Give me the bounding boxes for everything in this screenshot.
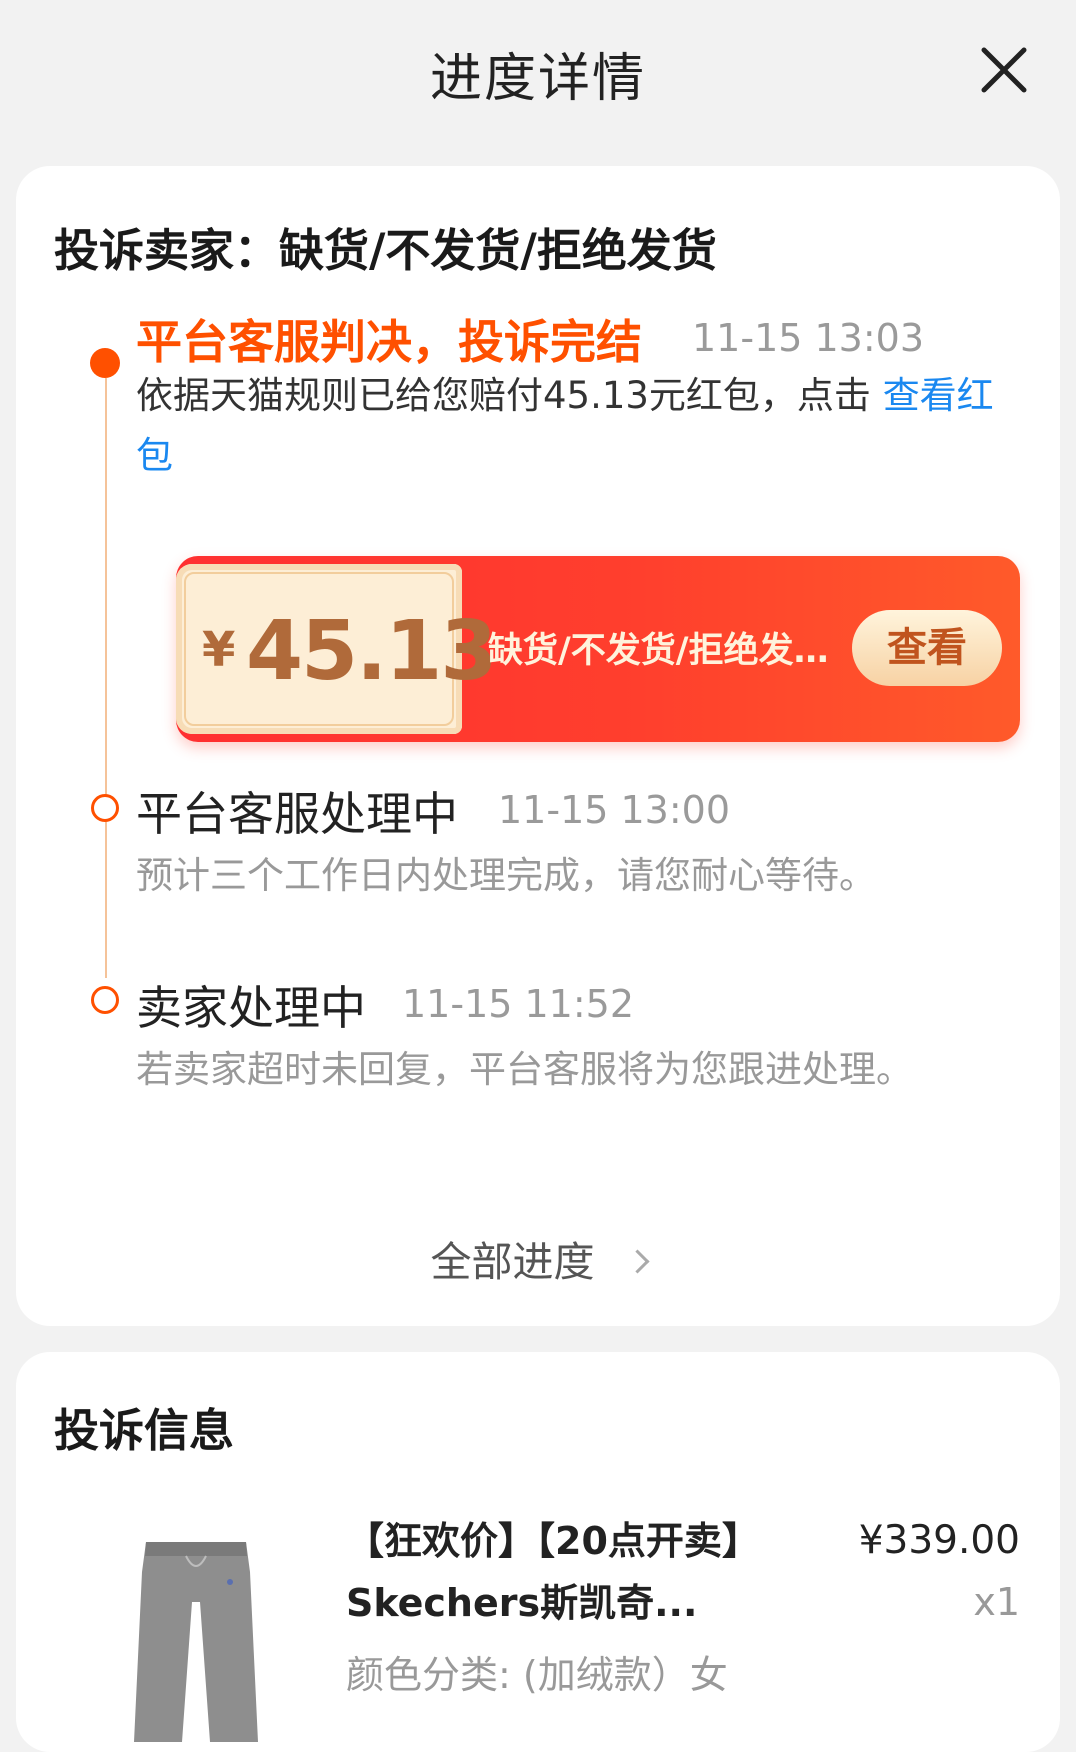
close-icon[interactable]: [976, 42, 1032, 98]
timeline-dot: [91, 986, 119, 1014]
chevron-right-icon: [624, 1248, 650, 1274]
step-1-desc: 依据天猫规则已给您赔付45.13元红包，点击 查看红包: [136, 366, 1016, 486]
red-packet-card[interactable]: ¥ 45.13 缺货/不发货/拒绝发... 查看: [176, 556, 1020, 742]
step-2-desc: 预计三个工作日内处理完成，请您耐心等待。: [136, 854, 876, 897]
step-1-title: 平台客服判决，投诉完结: [136, 315, 642, 369]
product-price: ¥339.00: [858, 1518, 1020, 1563]
packet-amount: 45.13: [246, 604, 497, 699]
step-2-time: 11-15 13:00: [498, 788, 731, 832]
packet-currency: ¥: [202, 622, 236, 678]
page-title: 进度详情: [429, 49, 646, 109]
product-attr: 颜色分类: (加绒款）女: [346, 1653, 728, 1697]
progress-sheet: 进度详情 投诉卖家：缺货/不发货/拒绝发货 平台客服判决，投诉完结 11-15 …: [0, 0, 1076, 1752]
step-3-desc: 若卖家超时未回复，平台客服将为您跟进处理。: [136, 1048, 913, 1091]
timeline-dot: [91, 794, 119, 822]
progress-card: 投诉卖家：缺货/不发货/拒绝发货 平台客服判决，投诉完结 11-15 13:03…: [16, 166, 1060, 1326]
product-title[interactable]: 【狂欢价】【20点开卖】Skechers斯凯奇...: [346, 1510, 786, 1634]
packet-desc: 缺货/不发货/拒绝发...: [488, 631, 832, 671]
all-progress-label: 全部进度: [430, 1238, 595, 1286]
all-progress-link[interactable]: 全部进度: [16, 1228, 1060, 1288]
red-packet-coupon: ¥ 45.13: [176, 564, 497, 734]
complaint-info-title: 投诉信息: [54, 1404, 235, 1457]
view-packet-button[interactable]: 查看: [852, 610, 1002, 686]
product-qty: x1: [973, 1580, 1020, 1624]
step-3-title: 卖家处理中: [136, 981, 366, 1035]
step-1-desc-text: 依据天猫规则已给您赔付45.13元红包，点击: [136, 374, 883, 417]
product-image[interactable]: [126, 1542, 266, 1742]
step-1-time: 11-15 13:03: [692, 316, 925, 360]
step-3-time: 11-15 11:52: [402, 982, 635, 1026]
step-2-title: 平台客服处理中: [136, 787, 458, 841]
complaint-info-card: 投诉信息 【狂欢价】【20点开卖】Skechers斯凯奇... 颜色分类: (加…: [16, 1352, 1060, 1752]
complaint-type-title: 投诉卖家：缺货/不发货/拒绝发货: [54, 224, 717, 277]
timeline-dot-active: [90, 348, 120, 378]
timeline-line: [105, 378, 107, 978]
